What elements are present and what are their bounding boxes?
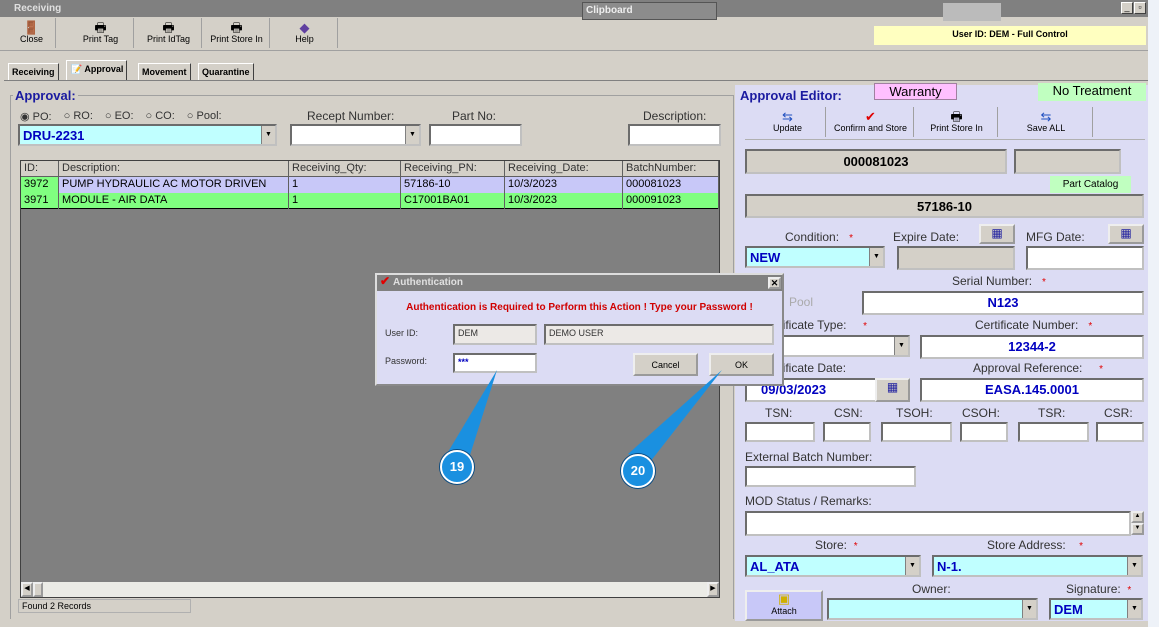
callout-badge-19: 19 (440, 450, 474, 484)
callout-badge-20: 20 (621, 454, 655, 488)
callout-pointers (448, 370, 722, 462)
callout-pointer-19 (448, 370, 497, 455)
callout-pointer-20 (628, 370, 722, 462)
